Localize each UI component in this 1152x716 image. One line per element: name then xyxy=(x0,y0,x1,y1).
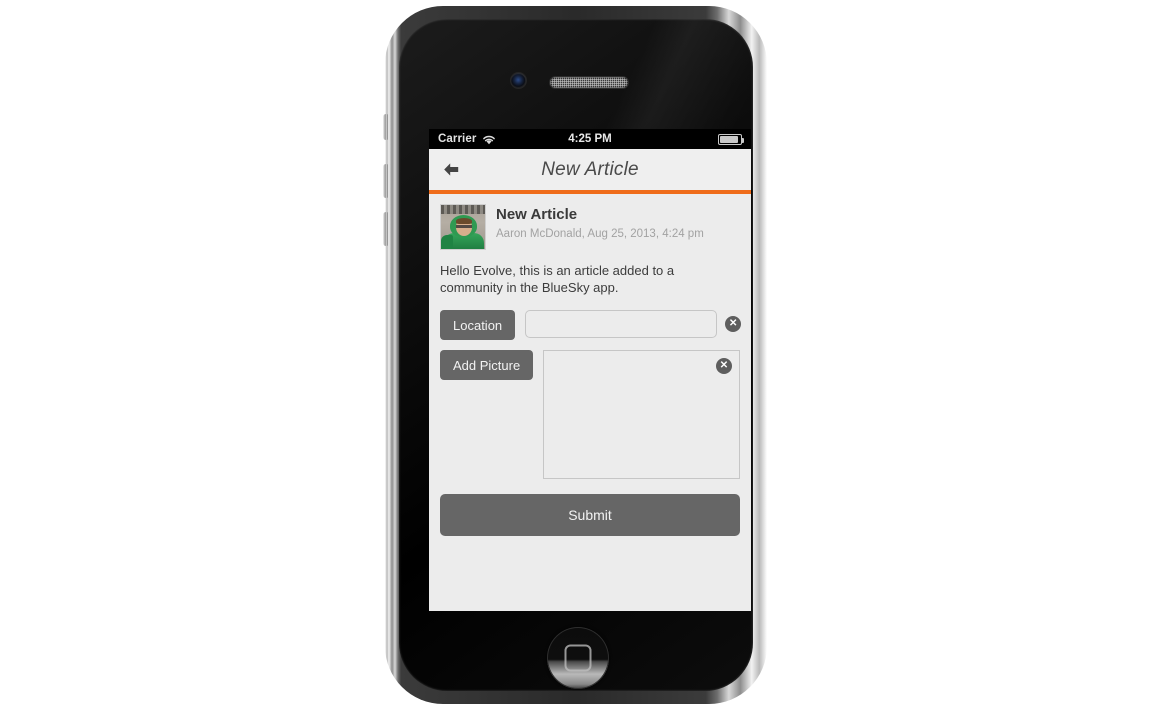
status-time: 4:25 PM xyxy=(568,133,612,145)
clear-location-icon[interactable]: ✕ xyxy=(725,316,742,332)
phone-body: Carrier 4:25 PM New Article New Article … xyxy=(399,19,753,691)
front-camera-icon xyxy=(511,73,526,88)
volume-up-button[interactable] xyxy=(383,164,388,198)
article-meta: New Article Aaron McDonald, Aug 25, 2013… xyxy=(496,204,704,250)
home-button[interactable] xyxy=(547,627,609,689)
article-form: Location ✕ Add Picture ✕ xyxy=(429,296,751,479)
volume-down-button[interactable] xyxy=(383,212,388,246)
status-bar: Carrier 4:25 PM xyxy=(429,129,751,149)
back-button[interactable] xyxy=(429,149,473,190)
location-button[interactable]: Location xyxy=(440,310,516,340)
picture-row: Add Picture ✕ xyxy=(440,350,740,479)
submit-row: Submit xyxy=(429,494,751,536)
submit-button[interactable]: Submit xyxy=(440,494,740,536)
navigation-bar: New Article xyxy=(429,149,751,194)
earpiece-speaker-icon xyxy=(550,77,628,88)
article-body-text: Hello Evolve, this is an article added t… xyxy=(440,263,675,295)
picture-preview-box[interactable]: ✕ xyxy=(543,350,740,479)
location-input[interactable] xyxy=(525,310,718,338)
avatar-arm xyxy=(441,235,453,249)
phone-device: Carrier 4:25 PM New Article New Article … xyxy=(383,6,767,704)
battery-fill xyxy=(720,136,738,143)
page-title: New Article xyxy=(541,158,639,180)
avatar-glasses xyxy=(456,225,472,228)
avatar xyxy=(440,204,486,250)
article-byline: Aaron McDonald, Aug 25, 2013, 4:24 pm xyxy=(496,228,704,240)
battery-icon xyxy=(718,134,744,145)
silent-switch-button[interactable] xyxy=(383,114,388,140)
article-title: New Article xyxy=(496,206,578,223)
add-picture-button[interactable]: Add Picture xyxy=(440,350,534,380)
avatar-hair xyxy=(456,218,472,224)
article-content: New Article Aaron McDonald, Aug 25, 2013… xyxy=(429,194,751,611)
location-row: Location ✕ xyxy=(440,310,742,340)
avatar-wall-pattern xyxy=(441,205,485,214)
back-arrow-icon xyxy=(444,163,459,176)
phone-screen: Carrier 4:25 PM New Article New Article … xyxy=(429,129,751,611)
clear-picture-icon[interactable]: ✕ xyxy=(716,358,732,374)
home-square-icon xyxy=(564,644,592,672)
article-header: New Article Aaron McDonald, Aug 25, 2013… xyxy=(429,194,751,250)
